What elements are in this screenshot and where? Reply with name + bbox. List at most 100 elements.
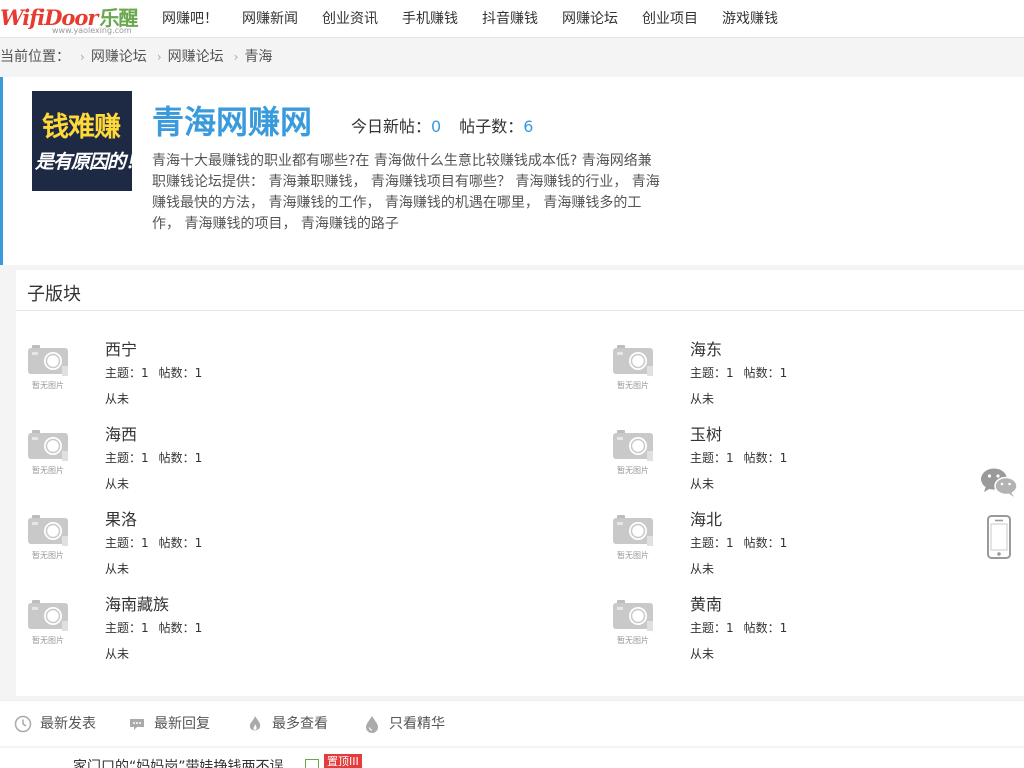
subforum-name[interactable]: 果洛	[105, 506, 137, 530]
filter-label: 最新回复	[154, 716, 210, 732]
filter-label: 只看精华	[389, 716, 445, 732]
no-image-label: 暂无图片	[617, 381, 649, 390]
subforum-stats: 主题：1 帖数：1	[105, 451, 203, 465]
subforum-name[interactable]: 海东	[690, 336, 722, 360]
filter-most-viewed[interactable]: 最多查看	[246, 701, 328, 747]
subforum-item-xining[interactable]: 暂无图片 西宁主题：1 帖数：1 从未	[26, 336, 326, 416]
no-image-placeholder-icon[interactable]: 暂无图片	[26, 342, 96, 392]
breadcrumb: 当前位置： › 网赚论坛 › 网赚论坛 › 青海	[0, 44, 272, 70]
main-nav: 网赚吧！ 网赚新闻 创业资讯 手机赚钱 抖音赚钱 网赚论坛 创业项目 游戏赚钱	[162, 0, 802, 38]
site-logo[interactable]: WifiDoor 乐醒 www.yaolexing.com	[0, 2, 140, 36]
subforum-item-guoluo[interactable]: 暂无图片 果洛主题：1 帖数：1 从未	[26, 506, 326, 586]
nav-item-wangzhuanba[interactable]: 网赚吧！	[162, 0, 218, 38]
flame-icon	[249, 716, 261, 731]
image-attachment-icon	[305, 759, 319, 768]
filter-label: 最多查看	[272, 716, 328, 732]
subforum-name[interactable]: 玉树	[690, 421, 722, 445]
no-image-placeholder-icon[interactable]: 暂无图片	[611, 427, 681, 477]
sticky-badge: 置顶III	[324, 754, 362, 768]
nav-item-news[interactable]: 网赚新闻	[242, 0, 298, 38]
no-image-label: 暂无图片	[617, 466, 649, 475]
subforum-stats: 主题：1 帖数：1	[105, 536, 203, 550]
no-image-label: 暂无图片	[32, 636, 64, 645]
thread-row[interactable]: 家门口的“妈妈岗”带娃挣钱两不误 置顶III	[0, 748, 1024, 768]
forum-stats: 今日新帖：0 帖子数：6	[351, 113, 533, 137]
breadcrumb-prefix: 当前位置：	[0, 49, 70, 65]
forum-header: 钱难赚 是有原因的！ 青海网赚网 今日新帖：0 帖子数：6 青海十大最赚钱的职业都…	[0, 77, 1024, 265]
subforum-item-haibei[interactable]: 暂无图片 海北主题：1 帖数：1 从未	[611, 506, 911, 586]
nav-item-forum[interactable]: 网赚论坛	[562, 0, 618, 38]
no-image-placeholder-icon[interactable]: 暂无图片	[26, 427, 96, 477]
forum-title: 青海网赚网	[152, 103, 313, 141]
thread-filter-bar: 最新发表 最新回复 最多查看 只看精华	[0, 700, 1024, 746]
nav-item-mobile-earn[interactable]: 手机赚钱	[402, 0, 458, 38]
no-image-placeholder-icon[interactable]: 暂无图片	[26, 512, 96, 562]
no-image-placeholder-icon[interactable]: 暂无图片	[611, 512, 681, 562]
subforum-name[interactable]: 海西	[105, 421, 137, 445]
subforum-stats: 主题：1 帖数：1	[690, 536, 788, 550]
filter-label: 最新发表	[40, 716, 96, 732]
subforum-last-post: 从未	[690, 647, 715, 661]
subforum-name[interactable]: 黄南	[690, 591, 722, 615]
filter-latest-replies[interactable]: 最新回复	[128, 701, 210, 747]
subforum-last-post: 从未	[690, 392, 715, 406]
subforum-stats: 主题：1 帖数：1	[690, 451, 788, 465]
total-posts-label: 帖子数：	[459, 117, 524, 136]
breadcrumb-item-qinghai[interactable]: 青海	[244, 44, 272, 70]
today-posts-label: 今日新帖：	[351, 117, 432, 136]
total-posts-value: 6	[523, 117, 534, 136]
subforum-name[interactable]: 海南藏族	[105, 591, 169, 615]
clock-icon	[14, 715, 32, 733]
subforum-last-post: 从未	[105, 562, 130, 576]
forum-cover-image: 钱难赚 是有原因的！	[32, 91, 132, 191]
forum-description: 青海十大最赚钱的职业都有哪些?在 青海做什么生意比较赚钱成本低? 青海网络兼职赚…	[152, 153, 660, 232]
mobile-icon[interactable]	[986, 515, 1012, 563]
today-posts-value: 0	[431, 117, 442, 136]
subforum-heading: 子版块	[27, 284, 81, 305]
no-image-placeholder-icon[interactable]: 暂无图片	[26, 597, 96, 647]
filter-latest-posts[interactable]: 最新发表	[14, 701, 96, 747]
chevron-right-icon: ›	[233, 50, 239, 64]
subforum-last-post: 从未	[690, 562, 715, 576]
logo-site-url: www.yaolexing.com	[52, 26, 132, 35]
subforum-item-yushu[interactable]: 暂无图片 玉树主题：1 帖数：1 从未	[611, 421, 911, 501]
subforum-item-huangnan[interactable]: 暂无图片 黄南主题：1 帖数：1 从未	[611, 591, 911, 671]
wechat-icon[interactable]	[980, 466, 1018, 502]
no-image-label: 暂无图片	[32, 466, 64, 475]
no-image-label: 暂无图片	[617, 551, 649, 560]
no-image-placeholder-icon[interactable]: 暂无图片	[611, 342, 681, 392]
chevron-right-icon: ›	[156, 50, 162, 64]
subforum-last-post: 从未	[105, 647, 130, 661]
breadcrumb-item-forum-2[interactable]: 网赚论坛	[168, 44, 224, 70]
subforum-last-post: 从未	[690, 477, 715, 491]
nav-item-startup-info[interactable]: 创业资讯	[322, 0, 378, 38]
nav-item-game-earn[interactable]: 游戏赚钱	[722, 0, 778, 38]
no-image-label: 暂无图片	[617, 636, 649, 645]
thread-title[interactable]: 家门口的“妈妈岗”带娃挣钱两不误	[73, 756, 284, 768]
nav-item-douyin-earn[interactable]: 抖音赚钱	[482, 0, 538, 38]
no-image-placeholder-icon[interactable]: 暂无图片	[611, 597, 681, 647]
no-image-label: 暂无图片	[32, 381, 64, 390]
subforum-last-post: 从未	[105, 392, 130, 406]
subforum-stats: 主题：1 帖数：1	[105, 366, 203, 380]
subforum-item-hainan-zangzu[interactable]: 暂无图片 海南藏族 主题：1 帖数：1 从未	[26, 591, 326, 671]
divider	[16, 310, 1024, 311]
comment-icon	[130, 719, 144, 730]
filter-featured-only[interactable]: 只看精华	[363, 701, 445, 747]
subforum-item-haidong[interactable]: 暂无图片 海东主题：1 帖数：1 从未	[611, 336, 911, 416]
subforum-last-post: 从未	[105, 477, 130, 491]
cover-line-1: 钱难赚	[42, 112, 121, 143]
cover-line-2: 是有原因的！	[35, 151, 132, 173]
no-image-label: 暂无图片	[32, 551, 64, 560]
subforum-item-haixi[interactable]: 暂无图片 海西主题：1 帖数：1 从未	[26, 421, 326, 501]
nav-item-startup-projects[interactable]: 创业项目	[642, 0, 698, 38]
subforum-stats: 主题：1 帖数：1	[690, 621, 788, 635]
subforum-stats: 主题：1 帖数：1	[690, 366, 788, 380]
top-navbar: WifiDoor 乐醒 www.yaolexing.com 网赚吧！ 网赚新闻 创…	[0, 0, 1024, 38]
breadcrumb-item-forum-1[interactable]: 网赚论坛	[91, 44, 147, 70]
subforum-name[interactable]: 海北	[690, 506, 722, 530]
subforum-name[interactable]: 西宁	[105, 336, 137, 360]
subforum-panel: 子版块 暂无图片 西宁 主题：1 帖数：1 从未 暂无图片 海东 主题：1 帖数：1 从未 暂无图片…	[16, 270, 1024, 696]
chevron-right-icon: ›	[80, 50, 85, 64]
drop-icon	[366, 716, 378, 733]
